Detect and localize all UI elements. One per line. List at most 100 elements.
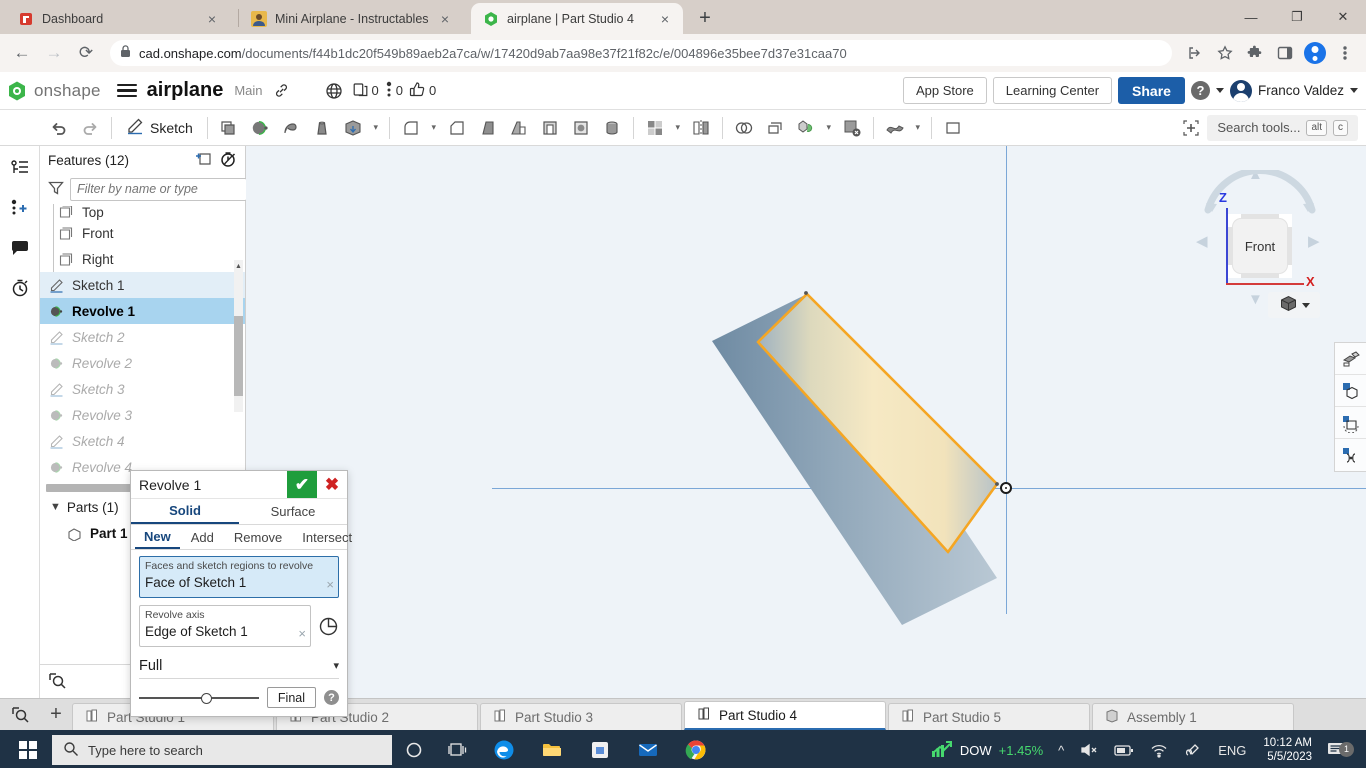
clock[interactable]: 10:12 AM 5/5/2023	[1255, 736, 1320, 764]
document-tab-part-studio-3[interactable]: Part Studio 3	[480, 703, 682, 730]
history-icon[interactable]	[8, 276, 32, 300]
feature-item-sketch-2[interactable]: Sketch 2	[40, 324, 245, 350]
confirm-button[interactable]: ✔	[287, 471, 317, 498]
reload-icon[interactable]: ⟳	[72, 39, 100, 67]
thicken-icon[interactable]	[338, 113, 368, 143]
document-tab-assembly-1[interactable]: Assembly 1	[1092, 703, 1294, 730]
extrude-icon[interactable]	[214, 113, 244, 143]
comments-icon[interactable]	[8, 236, 32, 260]
cube-face-front[interactable]: Front	[1232, 218, 1288, 274]
taskbar-search-input[interactable]: Type here to search	[52, 735, 392, 765]
rollback-timer-icon[interactable]	[219, 150, 237, 171]
chevron-down-icon[interactable]: ▾	[333, 659, 339, 672]
add-custom-feature-icon[interactable]	[1176, 113, 1206, 143]
mirror-icon[interactable]	[686, 113, 716, 143]
sketch-button[interactable]: Sketch	[118, 113, 201, 143]
boolean-icon[interactable]	[729, 113, 759, 143]
feature-item-top[interactable]: Top	[40, 206, 245, 220]
new-folder-icon[interactable]	[195, 151, 213, 170]
nav-arrow-down-icon[interactable]: ▼	[1248, 291, 1263, 308]
rib-icon[interactable]	[504, 113, 534, 143]
copies-count[interactable]: 0	[353, 81, 379, 101]
store-icon[interactable]	[576, 730, 624, 768]
battery-icon[interactable]	[1107, 730, 1141, 768]
extensions-icon[interactable]	[1242, 40, 1268, 66]
draft-icon[interactable]	[473, 113, 503, 143]
learning-center-button[interactable]: Learning Center	[993, 77, 1112, 104]
link-icon[interactable]	[269, 78, 295, 104]
address-bar[interactable]: cad.onshape.com/documents/f44b1dc20f549b…	[110, 40, 1172, 66]
share-page-icon[interactable]	[1182, 40, 1208, 66]
feature-item-sketch-4[interactable]: Sketch 4	[40, 428, 245, 454]
edge-icon[interactable]	[480, 730, 528, 768]
plane-icon[interactable]	[938, 113, 968, 143]
origin-point[interactable]	[1000, 482, 1012, 494]
window-close-button[interactable]: ✕	[1320, 0, 1366, 34]
document-tab-part-studio-5[interactable]: Part Studio 5	[888, 703, 1090, 730]
new-tab-button[interactable]: +	[691, 4, 719, 32]
profile-avatar[interactable]	[1302, 40, 1328, 66]
help-icon[interactable]: ?	[324, 690, 339, 705]
chevron-up-icon[interactable]: ^	[1051, 730, 1071, 768]
faces-to-revolve-field[interactable]: Faces and sketch regions to revolve Face…	[139, 556, 339, 598]
features-filter-input[interactable]	[70, 178, 247, 201]
browser-tab-onshape[interactable]: airplane | Part Studio 4 ×	[471, 3, 683, 34]
surface-icon[interactable]	[880, 113, 910, 143]
view-orientation-cube[interactable]: ▲ ▼ ◀ ▶ Front Z X	[1190, 166, 1330, 316]
tab-new[interactable]: New	[135, 525, 180, 549]
browser-tab-instructables[interactable]: Mini Airplane - Instructables ×	[239, 3, 471, 34]
feature-item-revolve-1[interactable]: Revolve 1	[40, 298, 245, 324]
side-panel-icon[interactable]	[1272, 40, 1298, 66]
shell-icon[interactable]	[535, 113, 565, 143]
chrome-menu-icon[interactable]	[1332, 40, 1358, 66]
tab-search-icon[interactable]	[48, 671, 67, 693]
tab-remove[interactable]: Remove	[225, 525, 291, 549]
revolve-icon[interactable]	[245, 113, 275, 143]
feature-item-right[interactable]: Right	[40, 246, 245, 272]
wifi-icon[interactable]	[1143, 730, 1175, 768]
display-states-icon[interactable]	[1335, 375, 1366, 407]
feature-item-sketch-1[interactable]: Sketch 1	[40, 272, 245, 298]
document-title[interactable]: airplane	[147, 79, 224, 102]
chevron-down-icon[interactable]: ▾	[427, 113, 441, 143]
cortana-circle-icon[interactable]	[392, 730, 436, 768]
sweep-icon[interactable]	[276, 113, 306, 143]
clear-faces-icon[interactable]: ×	[326, 577, 334, 592]
graphics-viewport[interactable]: ▲ ▼ ◀ ▶ Front Z X	[246, 146, 1366, 698]
help-chevron-down-icon[interactable]	[1216, 88, 1224, 93]
clear-axis-icon[interactable]: ×	[298, 626, 306, 641]
chevron-down-icon[interactable]: ▾	[822, 113, 836, 143]
fillet-icon[interactable]	[396, 113, 426, 143]
tab-solid[interactable]: Solid	[131, 499, 239, 524]
enclose-icon[interactable]	[566, 113, 596, 143]
search-tools-input[interactable]: Search tools... alt c	[1207, 115, 1358, 141]
tab-surface[interactable]: Surface	[239, 499, 347, 524]
likes-count[interactable]: 0	[409, 81, 436, 101]
add-tab-button[interactable]: +	[40, 698, 72, 730]
revolve-extent-select[interactable]: Full ▾	[139, 653, 339, 679]
chevron-down-icon[interactable]: ▾	[369, 113, 383, 143]
rotate-cube-icon[interactable]	[1335, 407, 1366, 439]
features-scrollbar[interactable]: ▲	[234, 260, 243, 412]
split-icon[interactable]	[760, 113, 790, 143]
chevron-down-icon[interactable]	[1302, 303, 1310, 308]
help-icon[interactable]: ?	[1191, 81, 1210, 100]
tab-add[interactable]: Add	[182, 525, 223, 549]
tab-intersect[interactable]: Intersect	[293, 525, 361, 549]
view-style-button[interactable]	[1268, 292, 1320, 318]
globe-icon[interactable]	[321, 78, 347, 104]
share-button[interactable]: Share	[1118, 77, 1185, 104]
bookmark-star-icon[interactable]	[1212, 40, 1238, 66]
nav-arrow-left-icon[interactable]: ◀	[1196, 232, 1208, 250]
version-tree-icon[interactable]	[8, 156, 32, 180]
tab-search-icon[interactable]	[0, 698, 40, 730]
file-explorer-icon[interactable]	[528, 730, 576, 768]
tab-close-icon[interactable]: ×	[657, 11, 673, 27]
undo-icon[interactable]	[44, 113, 74, 143]
pen-icon[interactable]	[1177, 730, 1209, 768]
tab-close-icon[interactable]: ×	[437, 11, 453, 27]
hole-icon[interactable]	[597, 113, 627, 143]
feature-item-revolve-2[interactable]: Revolve 2	[40, 350, 245, 376]
task-view-icon[interactable]	[436, 730, 480, 768]
feature-item-sketch-3[interactable]: Sketch 3	[40, 376, 245, 402]
